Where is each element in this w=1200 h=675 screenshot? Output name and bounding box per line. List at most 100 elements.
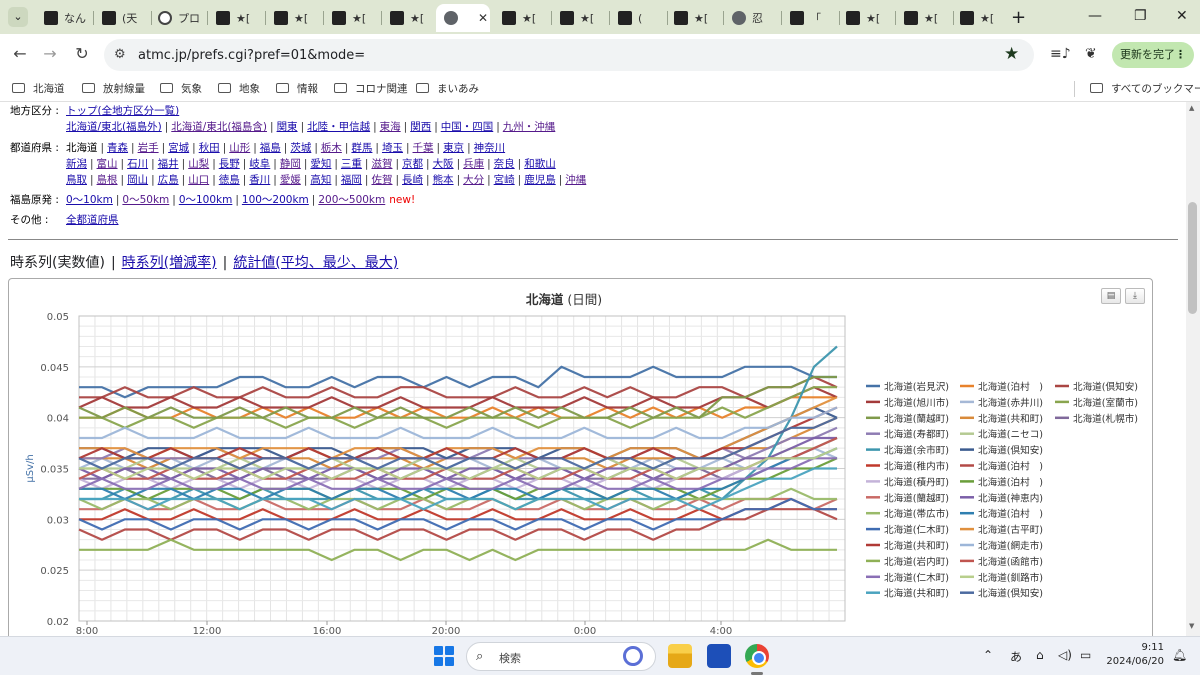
prefecture-link[interactable]: 愛知	[310, 158, 331, 170]
prefecture-link[interactable]: 静岡	[280, 158, 301, 170]
prefecture-link[interactable]: 東京	[443, 142, 464, 154]
volume-icon[interactable]: ◁)	[1058, 648, 1072, 662]
browser-tab[interactable]: 忍	[724, 4, 780, 32]
windows-start-icon[interactable]	[434, 646, 454, 666]
page-scrollbar[interactable]: ▲ ▼	[1186, 102, 1200, 636]
prefecture-link[interactable]: 徳島	[219, 174, 240, 186]
distance-link[interactable]: 100〜200km	[242, 194, 309, 206]
bookmark-folder[interactable]: 気象	[160, 81, 202, 96]
prefecture-link[interactable]: 長崎	[402, 174, 423, 186]
prefecture-link[interactable]: 大分	[463, 174, 484, 186]
prefecture-link[interactable]: 佐賀	[371, 174, 392, 186]
browser-tab[interactable]: ★[	[494, 4, 550, 32]
all-bookmarks-folder[interactable]: すべてのブックマーク	[1090, 81, 1200, 96]
more-menu-icon[interactable]: ⋮	[1175, 42, 1186, 68]
address-bar[interactable]: ⚙ ★	[104, 39, 1034, 71]
network-icon[interactable]: ⌂	[1036, 648, 1044, 662]
prefecture-link[interactable]: 青森	[107, 142, 128, 154]
chevron-up-icon[interactable]: ⌃	[983, 648, 993, 662]
restore-icon[interactable]: ❐	[1134, 8, 1147, 24]
minimize-icon[interactable]: —	[1088, 8, 1102, 24]
prefecture-link[interactable]: 岡山	[127, 174, 148, 186]
prefecture-link[interactable]: 鳥取	[66, 174, 87, 186]
prefecture-link[interactable]: 奈良	[494, 158, 515, 170]
prefecture-link[interactable]: 茨城	[290, 142, 311, 154]
prefecture-link[interactable]: 山形	[229, 142, 250, 154]
browser-tab[interactable]: ★[	[324, 4, 380, 32]
bookmark-folder[interactable]: 放射線量	[82, 81, 145, 96]
distance-link[interactable]: 200〜500km	[318, 194, 385, 206]
region-link[interactable]: 関西	[410, 121, 431, 133]
prefecture-link[interactable]: 香川	[249, 174, 270, 186]
prefecture-link[interactable]: 群馬	[351, 142, 372, 154]
browser-tab[interactable]: (	[610, 4, 666, 32]
browser-tab[interactable]: ★[	[382, 4, 438, 32]
distance-link[interactable]: 0〜50km	[122, 194, 169, 206]
extension-icon[interactable]: ❦	[1085, 46, 1097, 62]
browser-tab[interactable]: ★[	[666, 4, 722, 32]
new-tab-plus-icon[interactable]: +	[1011, 7, 1026, 28]
bookmark-folder[interactable]: 北海道	[12, 81, 65, 96]
bookmark-folder[interactable]: 情報	[276, 81, 318, 96]
browser-tab[interactable]: ★[	[266, 4, 322, 32]
file-explorer-icon[interactable]	[668, 644, 692, 668]
prefecture-link[interactable]: 和歌山	[524, 158, 556, 170]
browser-tab[interactable]: ★[	[208, 4, 264, 32]
prefecture-link[interactable]: 千葉	[413, 142, 434, 154]
url-input[interactable]	[138, 45, 958, 65]
region-link[interactable]: 東海	[380, 121, 401, 133]
browser-tab[interactable]: ★[	[552, 4, 608, 32]
browser-tab[interactable]: なん	[36, 4, 92, 32]
bookmark-folder[interactable]: まいあみ	[416, 81, 479, 96]
bookmark-folder[interactable]: 地象	[218, 81, 260, 96]
bookmark-star-icon[interactable]: ★	[1004, 44, 1019, 64]
prefecture-link[interactable]: 新潟	[66, 158, 87, 170]
prefecture-link[interactable]: 宮崎	[494, 174, 515, 186]
taskbar-search[interactable]: ⌕ 検索	[466, 642, 656, 671]
notification-bell-icon[interactable]: 🔔︎	[1172, 648, 1187, 662]
prefecture-link[interactable]: 福島	[260, 142, 281, 154]
region-link[interactable]: 関東	[277, 121, 298, 133]
browser-tab[interactable]: ★[	[896, 4, 952, 32]
tab-close-icon[interactable]: ✕	[478, 11, 488, 25]
prefecture-link[interactable]: 山梨	[188, 158, 209, 170]
prefecture-link[interactable]: 富山	[97, 158, 118, 170]
reload-icon[interactable]: ↻	[72, 44, 92, 63]
notepad-icon[interactable]	[707, 644, 731, 668]
ime-indicator[interactable]: あ	[1010, 648, 1022, 665]
browser-tab[interactable]: 「	[782, 4, 838, 32]
bookmark-folder[interactable]: コロナ関連	[334, 81, 408, 96]
prefecture-link[interactable]: 岩手	[138, 142, 159, 154]
distance-link[interactable]: 0〜10km	[66, 194, 113, 206]
view-tab-rate[interactable]: 時系列(増減率)	[122, 255, 217, 271]
region-link[interactable]: 北陸・甲信越	[307, 121, 370, 133]
prefecture-link[interactable]: 栃木	[321, 142, 342, 154]
chrome-icon[interactable]	[745, 644, 769, 668]
prefecture-link[interactable]: 滋賀	[371, 158, 392, 170]
prefecture-link[interactable]: 山口	[188, 174, 209, 186]
prefecture-link[interactable]: 愛媛	[280, 174, 301, 186]
battery-icon[interactable]: ▭	[1080, 648, 1091, 662]
prefecture-link[interactable]: 宮城	[168, 142, 189, 154]
prefecture-link[interactable]: 高知	[310, 174, 331, 186]
forward-arrow-icon[interactable]: →	[40, 44, 60, 63]
scroll-up-icon[interactable]: ▲	[1189, 104, 1194, 112]
prefecture-link[interactable]: 神奈川	[474, 142, 506, 154]
browser-tab[interactable]: ★[	[952, 4, 1008, 32]
back-arrow-icon[interactable]: ←	[10, 44, 30, 63]
prefecture-link[interactable]: 福岡	[341, 174, 362, 186]
all-prefectures-link[interactable]: 全都道府県	[66, 214, 119, 226]
prefecture-link[interactable]: 岐阜	[249, 158, 270, 170]
window-close-icon[interactable]: ✕	[1176, 8, 1188, 24]
clock[interactable]: 9:11 2024/06/20	[1104, 641, 1164, 669]
prefecture-link[interactable]: 京都	[402, 158, 423, 170]
region-link[interactable]: 北海道/東北(福島外)	[66, 121, 162, 133]
region-link[interactable]: 九州・沖縄	[503, 121, 556, 133]
prefecture-link[interactable]: 福井	[158, 158, 179, 170]
prefecture-link[interactable]: 熊本	[433, 174, 454, 186]
region-top-link[interactable]: トップ(全地方区分一覧)	[66, 105, 179, 117]
prefecture-link[interactable]: 大阪	[433, 158, 454, 170]
update-button[interactable]: 更新を完了 ⋮	[1112, 42, 1194, 68]
region-link[interactable]: 北海道/東北(福島含)	[171, 121, 267, 133]
prefecture-link[interactable]: 沖縄	[565, 174, 586, 186]
